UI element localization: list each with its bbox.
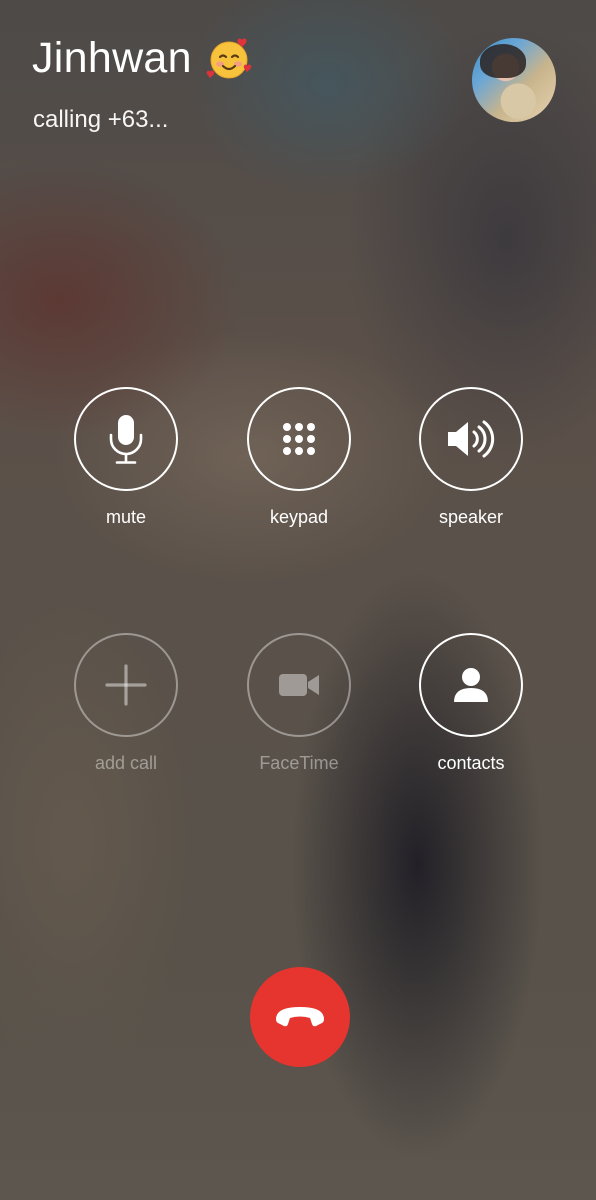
add-call-ring[interactable]	[74, 633, 178, 737]
keypad-label: keypad	[269, 507, 329, 527]
speaker-ring[interactable]	[419, 387, 523, 491]
plus-icon	[105, 664, 147, 706]
mute-button[interactable]: mute	[74, 387, 178, 528]
contacts-ring[interactable]	[419, 633, 523, 737]
keypad-ring[interactable]	[247, 387, 351, 491]
speaker-icon	[448, 420, 495, 458]
facetime-ring[interactable]	[247, 633, 351, 737]
contacts-label: contacts	[437, 753, 505, 773]
call-status: calling +63...	[33, 106, 169, 133]
caller-name: Jinhwan	[32, 34, 192, 82]
caller-name-row: Jinhwan	[32, 34, 252, 83]
facetime-button[interactable]: FaceTime	[247, 633, 351, 774]
contacts-button[interactable]: contacts	[419, 633, 523, 774]
speaker-label: speaker	[438, 507, 504, 527]
video-camera-icon	[279, 674, 319, 696]
add-call-label: add call	[94, 753, 158, 773]
mute-ring[interactable]	[74, 387, 178, 491]
facetime-label: FaceTime	[259, 753, 339, 773]
add-call-button[interactable]: add call	[74, 633, 178, 774]
smiling-face-with-hearts-icon	[206, 36, 252, 82]
mute-label: mute	[105, 507, 147, 527]
contact-avatar[interactable]	[472, 38, 556, 122]
keypad-button[interactable]: keypad	[247, 387, 351, 528]
end-call-button[interactable]	[250, 967, 350, 1067]
speaker-button[interactable]: speaker	[419, 387, 523, 528]
phone-hangup-icon	[276, 1007, 324, 1027]
microphone-icon	[109, 415, 143, 464]
keypad-icon	[283, 423, 315, 455]
person-icon	[454, 668, 488, 702]
